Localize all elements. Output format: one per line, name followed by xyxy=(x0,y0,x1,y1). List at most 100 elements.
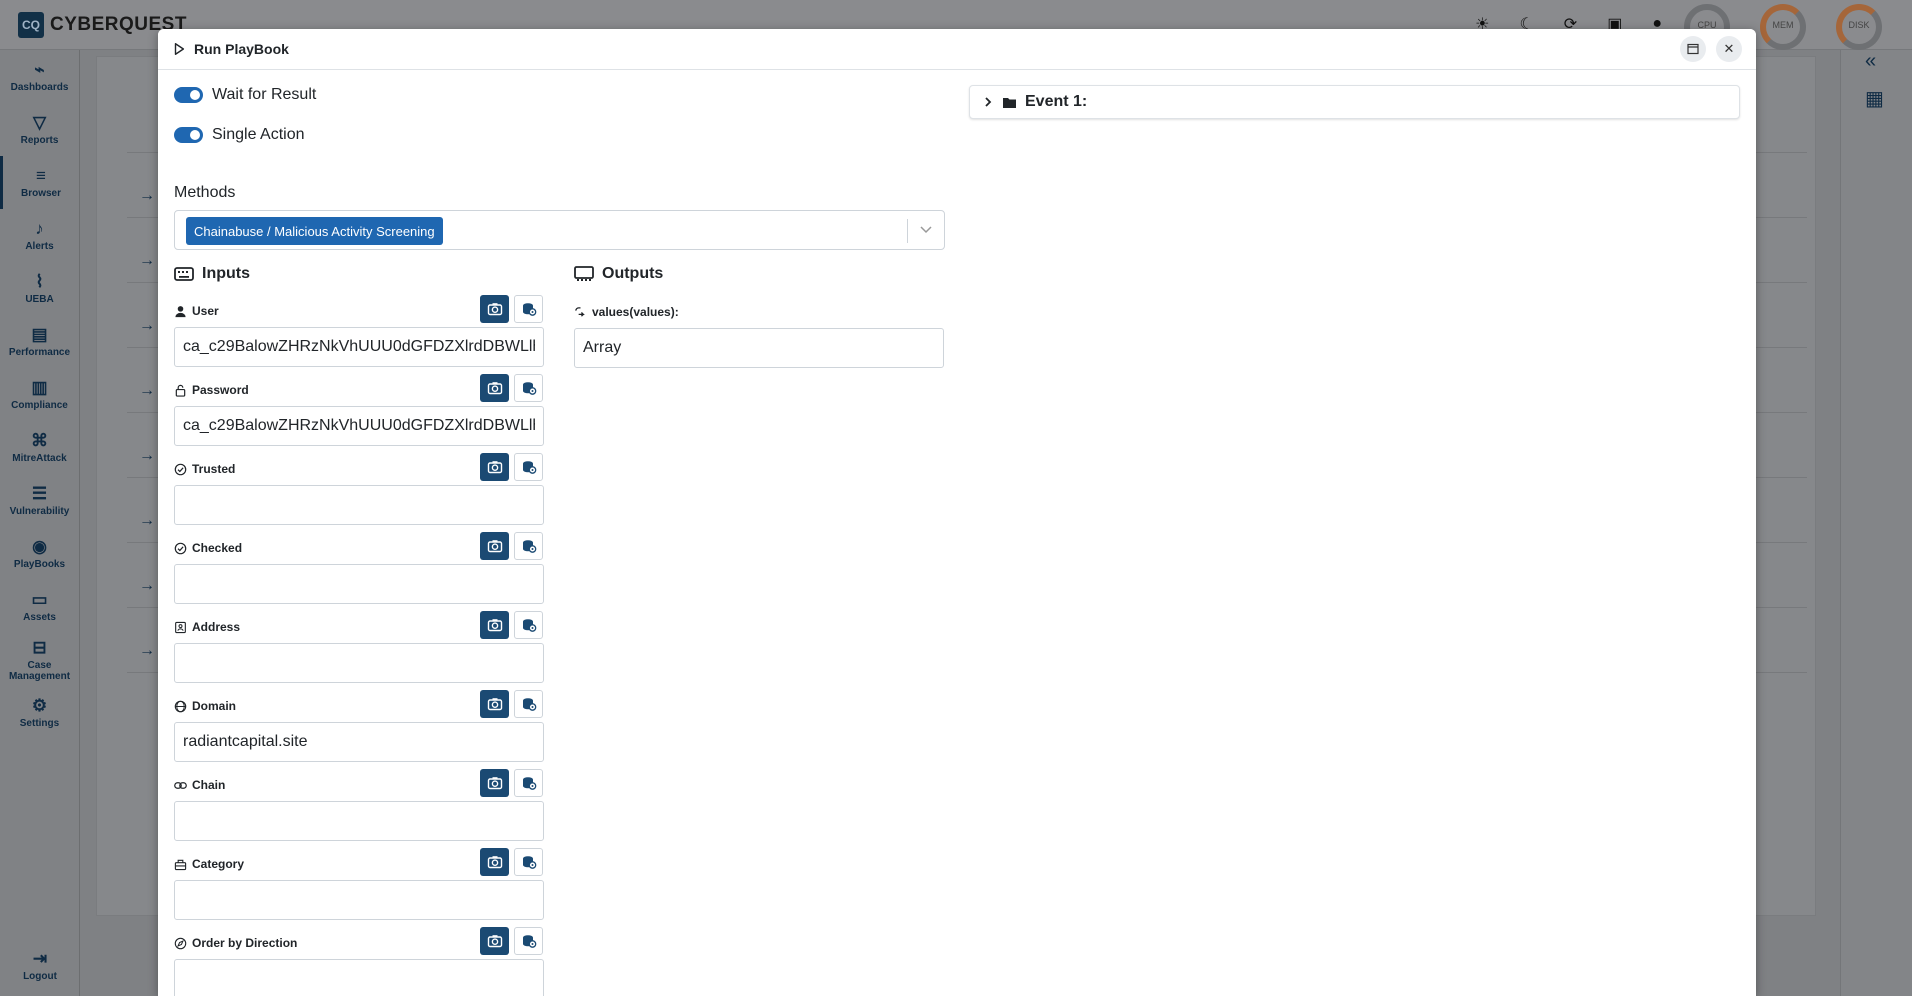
sidebar-item-settings[interactable]: ⚙ Settings xyxy=(0,686,79,739)
sidebar-item-dashboards[interactable]: ⌁ Dashboards xyxy=(0,50,79,103)
sidebar-item-label: UEBA xyxy=(25,294,54,305)
command-icon: ⌘ xyxy=(31,431,48,450)
order-by-direction-input[interactable] xyxy=(174,959,544,996)
sidebar-item-alerts[interactable]: ♪ Alerts xyxy=(0,209,79,262)
category-snapshot-button[interactable] xyxy=(480,848,509,876)
address-variable-button[interactable] xyxy=(514,611,543,639)
expand-arrow-icon[interactable]: → xyxy=(139,512,155,530)
user-input[interactable] xyxy=(174,327,544,367)
expand-arrow-icon[interactable]: → xyxy=(139,447,155,465)
sidebar-item-performance[interactable]: ▤ Performance xyxy=(0,315,79,368)
checked-label: Checked xyxy=(174,541,242,555)
close-button[interactable]: ✕ xyxy=(1716,36,1742,62)
trusted-input[interactable] xyxy=(174,485,544,525)
sidebar-item-label: Dashboards xyxy=(10,82,69,93)
wait-for-result-toggle[interactable] xyxy=(174,87,203,103)
expand-arrow-icon[interactable]: → xyxy=(139,577,155,595)
camera-icon xyxy=(487,303,502,316)
sidebar-item-label: PlayBooks xyxy=(13,559,66,570)
outputs-title: Outputs xyxy=(602,265,664,282)
checked-variable-button[interactable] xyxy=(514,532,543,560)
sidebar-item-vulnerability[interactable]: ☰ Vulnerability xyxy=(0,474,79,527)
methods-label: Methods xyxy=(174,184,236,201)
chain-snapshot-button[interactable] xyxy=(480,769,509,797)
password-variable-button[interactable] xyxy=(514,374,543,402)
stats-chart-icon[interactable]: ▦ xyxy=(1865,86,1884,111)
check-circle-icon xyxy=(174,463,187,475)
methods-select[interactable]: Chainabuse / Malicious Activity Screenin… xyxy=(174,210,945,250)
output-values-field: Array xyxy=(574,328,944,368)
logout-icon: ⇥ xyxy=(32,949,48,968)
wait-for-result-toggle-row: Wait for Result xyxy=(174,86,316,104)
camera-icon xyxy=(487,777,502,790)
camera-icon xyxy=(487,461,502,474)
expand-arrow-icon[interactable]: → xyxy=(139,382,155,400)
user-snapshot-button[interactable] xyxy=(480,295,509,323)
chain-variable-button[interactable] xyxy=(514,769,543,797)
category-input[interactable] xyxy=(174,880,544,920)
address-input[interactable] xyxy=(174,643,544,683)
domain-variable-button[interactable] xyxy=(514,690,543,718)
chain-input[interactable] xyxy=(174,801,544,841)
address-snapshot-button[interactable] xyxy=(480,611,509,639)
order-by-direction-variable-button[interactable] xyxy=(514,927,543,955)
sidebar-item-case-management[interactable]: ⊟ Case Management xyxy=(0,633,79,686)
user-variable-button[interactable] xyxy=(514,295,543,323)
domain-input[interactable] xyxy=(174,722,544,762)
checked-snapshot-button[interactable] xyxy=(480,532,509,560)
expand-arrow-icon[interactable]: → xyxy=(139,252,155,270)
sidebar-item-compliance[interactable]: ▥ Compliance xyxy=(0,368,79,421)
single-action-label: Single Action xyxy=(212,126,305,143)
list-icon: ≡ xyxy=(36,166,46,185)
sidebar-item-label: Assets xyxy=(23,612,56,623)
category-label: Category xyxy=(174,857,244,871)
link-icon xyxy=(174,781,187,789)
chevron-down-icon[interactable] xyxy=(918,221,934,237)
single-action-toggle-row: Single Action xyxy=(174,126,305,144)
monitor-icon xyxy=(574,266,594,281)
sidebar-item-label: Settings xyxy=(19,718,60,729)
sidebar-item-browser[interactable]: ≡ Browser xyxy=(0,156,79,209)
camera-icon xyxy=(487,619,502,632)
expand-arrow-icon[interactable]: → xyxy=(139,642,155,660)
field-label-text: Order by Direction xyxy=(192,936,298,950)
dashboard-icon: ⌁ xyxy=(34,60,45,79)
sidebar-item-mitreattack[interactable]: ⌘ MitreAttack xyxy=(0,421,79,474)
inputs-section-title: Inputs xyxy=(174,265,250,283)
database-settings-icon xyxy=(522,461,536,474)
main-sidebar: ⌁ Dashboards ▽ Reports ≡ Browser ♪ Alerts ⌇ U… xyxy=(0,50,80,996)
trusted-snapshot-button[interactable] xyxy=(480,453,509,481)
trusted-variable-button[interactable] xyxy=(514,453,543,481)
order-by-direction-snapshot-button[interactable] xyxy=(480,927,509,955)
chevron-right-icon xyxy=(985,97,992,107)
password-snapshot-button[interactable] xyxy=(480,374,509,402)
document-icon: ▥ xyxy=(31,378,48,397)
database-settings-icon xyxy=(522,619,536,632)
category-variable-button[interactable] xyxy=(514,848,543,876)
expand-arrow-icon[interactable]: → xyxy=(139,187,155,205)
field-label-text: Password xyxy=(192,383,249,397)
sidebar-item-ueba[interactable]: ⌇ UEBA xyxy=(0,262,79,315)
domain-snapshot-button[interactable] xyxy=(480,690,509,718)
chain-label: Chain xyxy=(174,778,225,792)
address-icon xyxy=(175,621,186,633)
maximize-button[interactable] xyxy=(1680,36,1706,62)
sidebar-item-assets[interactable]: ▭ Assets xyxy=(0,580,79,633)
expand-arrow-icon[interactable]: → xyxy=(139,317,155,335)
sidebar-item-reports[interactable]: ▽ Reports xyxy=(0,103,79,156)
checked-input[interactable] xyxy=(174,564,544,604)
password-label: Password xyxy=(174,383,249,397)
selected-method-chip[interactable]: Chainabuse / Malicious Activity Screenin… xyxy=(186,217,443,245)
collapse-double-chevron-icon[interactable]: « xyxy=(1865,50,1876,73)
user-label: User xyxy=(174,304,219,318)
database-settings-icon xyxy=(522,856,536,869)
single-action-toggle[interactable] xyxy=(174,127,203,143)
modal-title: Run PlayBook xyxy=(194,41,289,57)
sidebar-item-logout[interactable]: ⇥ Logout xyxy=(0,939,80,992)
password-input[interactable] xyxy=(174,406,544,446)
event-1-accordion[interactable]: Event 1: xyxy=(969,85,1740,119)
field-label-text: Checked xyxy=(192,541,243,555)
sidebar-item-label: Alerts xyxy=(25,241,54,252)
keyboard-icon xyxy=(174,267,194,281)
sidebar-item-playbooks[interactable]: ◉ PlayBooks xyxy=(0,527,79,580)
